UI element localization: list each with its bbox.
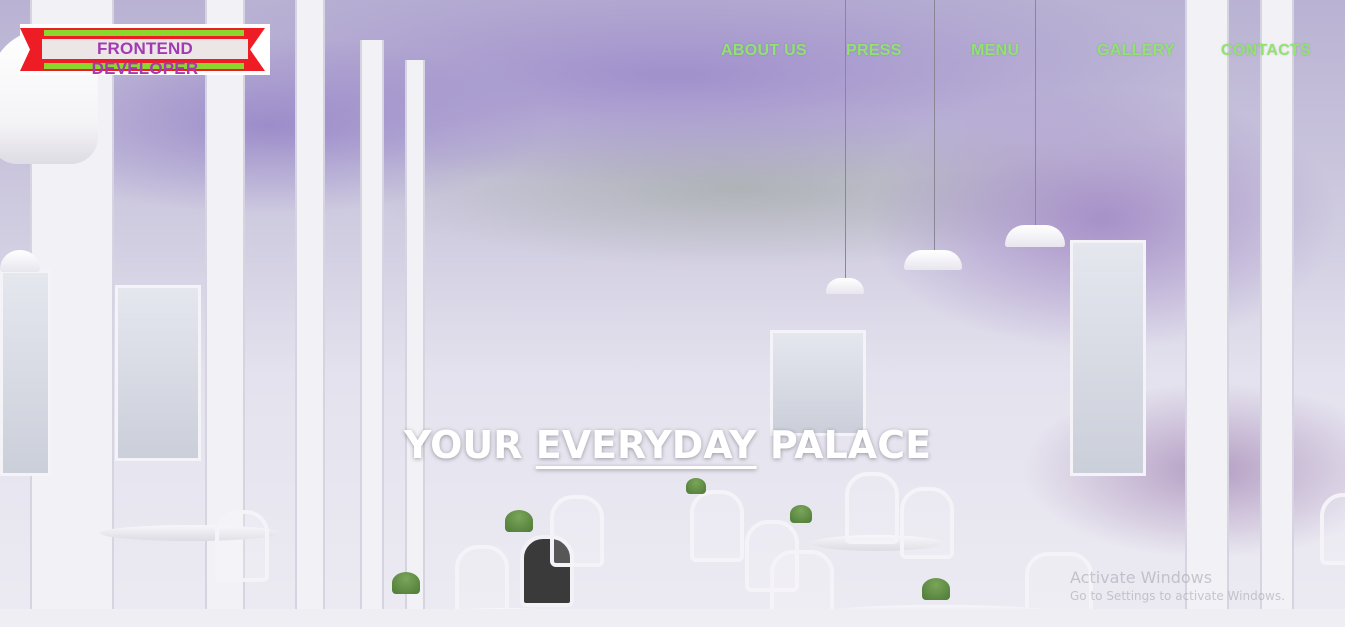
nav-press[interactable]: PRESS [846, 42, 902, 60]
nav-gallery[interactable]: GALLERY [1097, 42, 1175, 60]
chair [550, 495, 604, 567]
hero-headline: YOUR EVERYDAY PALACE [403, 423, 932, 467]
plant-pot [505, 510, 533, 532]
headline-underlined-word: EVERYDAY [535, 423, 757, 467]
pendant-lamp [826, 278, 864, 294]
nav-contacts[interactable]: CONTACTS [1221, 42, 1311, 60]
logo-text: FRONTEND DEVELOPER [42, 39, 248, 78]
wall-panel [405, 60, 425, 627]
nav-about-us[interactable]: ABOUT US [721, 42, 807, 60]
wall-panel [1185, 0, 1229, 627]
pendant-lamp [1005, 225, 1065, 247]
chair [215, 510, 269, 582]
plant-pot [790, 505, 812, 523]
back-window [770, 330, 866, 436]
activate-windows-watermark: Activate Windows Go to Settings to activ… [1070, 568, 1285, 603]
chair [1320, 493, 1345, 565]
site-logo[interactable]: FRONTEND DEVELOPER [20, 24, 270, 78]
chair [690, 490, 744, 562]
floor [0, 609, 1345, 627]
pendant-lamp [904, 250, 962, 270]
nav-menu[interactable]: MENU [971, 42, 1019, 60]
chair [455, 545, 509, 617]
chair [900, 487, 954, 559]
wall-panel [1260, 0, 1294, 627]
plant-pot [922, 578, 950, 600]
page: FRONTEND DEVELOPER ABOUT US PRESS MENU G… [0, 0, 1345, 627]
plant-pot [392, 572, 420, 594]
hero-background-image [0, 0, 1345, 627]
wall-panel [360, 40, 384, 627]
plant-pot [686, 478, 706, 494]
chair [845, 472, 899, 544]
wall-panel [295, 0, 325, 627]
